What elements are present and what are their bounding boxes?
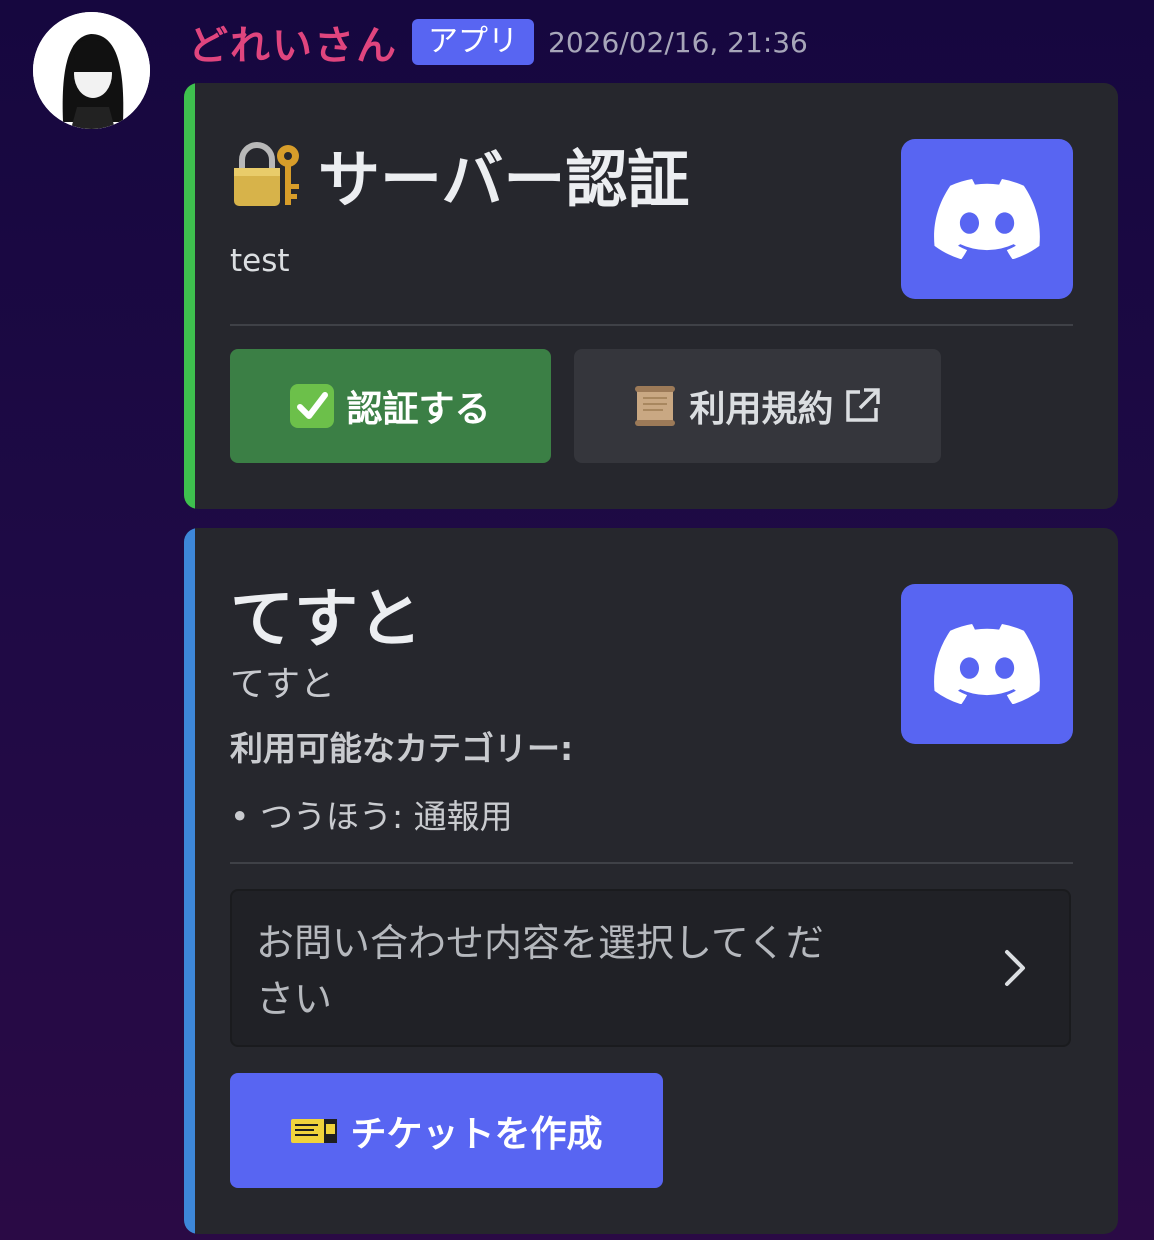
- embed-accent-bar: [184, 528, 195, 1234]
- message-header: どれいさん アプリ 2026/02/16, 21:36: [188, 13, 808, 71]
- avatar[interactable]: [33, 12, 150, 129]
- external-link-icon: [842, 386, 882, 426]
- embed-description: てすと: [230, 665, 336, 705]
- verify-button[interactable]: 認証する: [230, 349, 551, 463]
- verify-button-label: 認証する: [346, 389, 491, 430]
- avatar-image: [33, 12, 150, 129]
- terms-button-label: 利用規約: [689, 389, 834, 430]
- embed-accent-bar: [184, 83, 195, 509]
- chevron-right-icon: [1001, 946, 1029, 994]
- author-name[interactable]: どれいさん: [188, 13, 398, 71]
- ticket-embed: てすと てすと 利用可能なカテゴリー: • つうほう: 通報用 お問い合わせ内容…: [184, 528, 1118, 1234]
- embed-title: てすと: [230, 583, 422, 657]
- app-badge: アプリ: [412, 19, 534, 65]
- ticket-button-label: チケットを作成: [350, 1113, 603, 1155]
- check-mark-button-icon: [290, 384, 335, 428]
- inquiry-select-menu[interactable]: お問い合わせ内容を選択してください: [230, 889, 1071, 1047]
- ticket-icon: [290, 1116, 338, 1146]
- category-item: • つうほう: 通報用: [230, 797, 513, 836]
- select-placeholder: お問い合わせ内容を選択してください: [256, 921, 824, 1021]
- terms-link-button[interactable]: 利用規約: [574, 349, 941, 463]
- embed-divider: [230, 862, 1073, 864]
- create-ticket-button[interactable]: チケットを作成: [230, 1073, 663, 1188]
- embed-divider: [230, 324, 1073, 326]
- embed-title: サーバー認証: [230, 129, 689, 219]
- embed-title-text: サーバー認証: [318, 143, 690, 216]
- discord-logo-icon: [901, 139, 1073, 299]
- embed-description: test: [230, 243, 290, 279]
- lock-with-key-icon: [230, 136, 306, 212]
- verification-embed: サーバー認証 test 認証する 利用規約: [184, 83, 1118, 509]
- category-label: 利用可能なカテゴリー:: [230, 729, 574, 768]
- discord-logo-icon: [901, 584, 1073, 744]
- scroll-icon: [633, 384, 677, 428]
- timestamp[interactable]: 2026/02/16, 21:36: [548, 26, 808, 59]
